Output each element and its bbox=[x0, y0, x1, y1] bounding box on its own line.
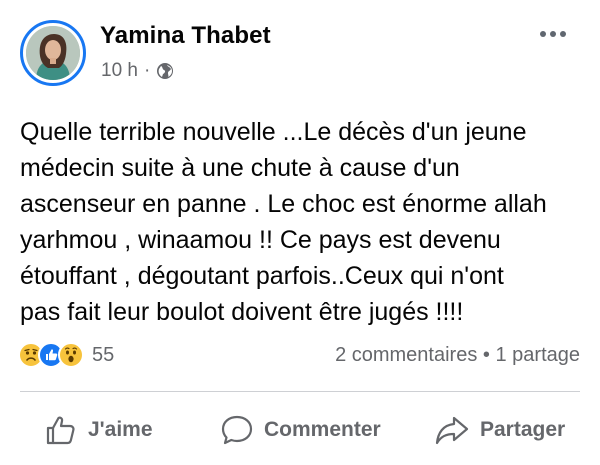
author-name[interactable]: Yamina Thabet bbox=[100, 22, 271, 50]
post-time[interactable]: 10 h bbox=[101, 60, 138, 82]
action-bar: J'aime Commenter Partager bbox=[0, 400, 600, 460]
like-button[interactable]: J'aime bbox=[44, 408, 153, 452]
post-text: Quelle terrible nouvelle ...Le décès d'u… bbox=[20, 114, 590, 330]
meta-separator: · bbox=[143, 60, 151, 81]
avatar[interactable] bbox=[20, 20, 86, 86]
shares-count-link[interactable]: 1 partage bbox=[495, 344, 580, 366]
post-text-line: médecin suite à une chute à cause d'un bbox=[20, 154, 460, 182]
reaction-count: 55 bbox=[92, 343, 115, 366]
share-icon bbox=[434, 413, 470, 447]
comments-count-link[interactable]: 2 commentaires bbox=[335, 344, 477, 366]
reactions-summary[interactable]: 55 bbox=[18, 340, 114, 370]
post-meta: 10 h · bbox=[101, 60, 174, 82]
stats-dot: • bbox=[482, 344, 490, 366]
post-stats: 55 2 commentaires • 1 partage bbox=[0, 338, 600, 374]
avatar-photo bbox=[26, 26, 80, 80]
globe-icon[interactable] bbox=[156, 62, 174, 80]
share-button[interactable]: Partager bbox=[434, 408, 565, 452]
share-label: Partager bbox=[480, 418, 566, 441]
post-header: Yamina Thabet 10 h · bbox=[0, 0, 600, 100]
post-text-line: ascenseur en panne . Le choc est énorme … bbox=[20, 190, 547, 218]
comment-icon bbox=[220, 413, 254, 447]
post-text-line: étouffant , dégoutant parfois..Ceux qui … bbox=[20, 262, 504, 290]
wow-reaction-icon bbox=[58, 342, 84, 368]
divider bbox=[20, 391, 580, 392]
post-text-line: Quelle terrible nouvelle ...Le décès d'u… bbox=[20, 118, 527, 146]
post-text-line: pas fait leur boulot doivent être jugés … bbox=[20, 298, 464, 326]
comment-button[interactable]: Commenter bbox=[220, 408, 381, 452]
thumbs-up-icon bbox=[44, 413, 78, 447]
comment-label: Commenter bbox=[264, 418, 381, 441]
stats-links: 2 commentaires • 1 partage bbox=[335, 344, 580, 367]
post-text-line: yarhmou , winaamou !! Ce pays est devenu bbox=[20, 226, 501, 254]
more-options-icon[interactable] bbox=[536, 24, 570, 44]
like-label: J'aime bbox=[88, 418, 153, 441]
